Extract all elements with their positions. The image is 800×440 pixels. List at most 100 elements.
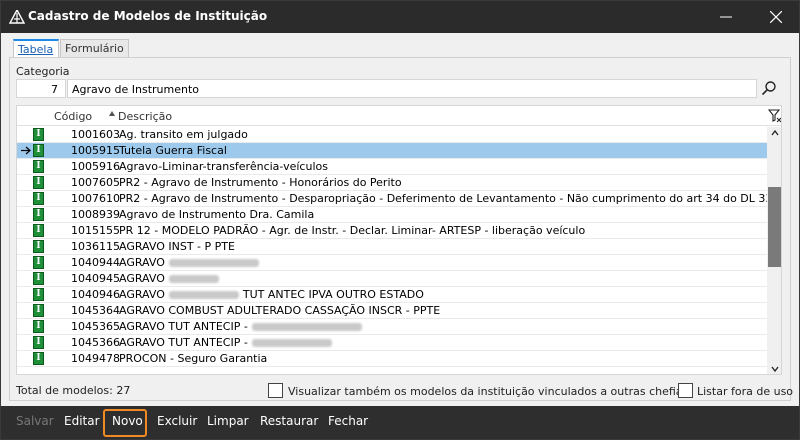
row-code: 1036115 [71,240,120,253]
app-logo-icon [9,10,25,24]
current-row-arrow-icon [20,143,32,158]
row-description: AGRAVO COMBUST ADULTERADO CASSAÇÃO INSCR… [119,304,441,317]
row-description: AGRAVO TUT ANTECIP - [119,320,366,333]
row-description: AGRAVO INST - P PTE [119,240,235,253]
row-description: PR2 - Agravo de Instrumento - Desparopri… [119,192,782,205]
column-header-codigo[interactable]: Código [54,110,92,123]
model-type-icon: I [33,224,44,237]
row-description: Ag. transito em julgado [119,128,248,141]
row-code: 1005916 [71,160,120,173]
save-button[interactable]: Salvar [16,414,54,428]
table-row[interactable]: I 1040945 AGRAVO [17,271,767,287]
model-type-icon: I [33,304,44,317]
sort-asc-icon [109,111,115,116]
scrollbar-thumb[interactable] [768,187,781,267]
row-code: 1015155 [71,224,120,237]
action-toolbar: Salvar Editar Novo Excluir Limpar Restau… [1,406,799,439]
column-header-descricao[interactable]: Descrição [118,110,172,123]
row-code: 1045365 [71,320,120,333]
clear-button[interactable]: Limpar [207,414,249,428]
table-row[interactable]: I 1049478 PROCON - Seguro Garantia [17,351,767,367]
row-code: 1001603 [71,128,120,141]
table-row[interactable]: I 1045366 AGRAVO TUT ANTECIP - [17,335,767,351]
row-description: AGRAVO [119,256,263,269]
row-code: 1040945 [71,272,120,285]
table-row[interactable]: I 1005916 Agravo-Liminar-transferência-veí… [17,159,767,175]
delete-button[interactable]: Excluir [157,414,197,428]
table-row[interactable]: I 1005915 Tutela Guerra Fiscal [17,143,767,159]
categoria-name-field[interactable]: Agravo de Instrumento [67,79,757,98]
table-row[interactable]: I 1001603 Ag. transito em julgado [17,127,767,143]
model-type-icon: I [33,352,44,365]
vertical-scrollbar[interactable] [767,127,781,374]
restore-button[interactable]: Restaurar [260,414,318,428]
row-description: PR2 - Agravo de Instrumento - Honorários… [119,176,402,189]
table-row[interactable]: I 1036115 AGRAVO INST - P PTE [17,239,767,255]
row-description: Agravo de Instrumento Dra. Camila [119,208,315,221]
redacted-text [168,291,239,299]
model-type-icon: I [33,336,44,349]
row-code: 1005915 [71,144,120,157]
row-code: 1040946 [71,288,120,301]
table-row[interactable]: I 1015155 PR 12 - MODELO PADRÃO - Agr. de … [17,223,767,239]
model-type-icon: I [33,256,44,269]
close-icon [770,11,782,23]
tab-tabela[interactable]: Tabela [13,39,59,58]
table-row[interactable]: I 1045364 AGRAVO COMBUST ADULTERADO CASSAÇ… [17,303,767,319]
table-row[interactable]: I 1045365 AGRAVO TUT ANTECIP - [17,319,767,335]
model-type-icon: I [33,192,44,205]
categoria-code-field[interactable]: 7 [16,79,66,98]
close-button[interactable] [756,1,796,33]
models-grid: Código Descrição I 1001603 Ag. transito em… [16,105,782,375]
categoria-label: Categoria [16,65,70,78]
row-code: 1007610 [71,192,120,205]
model-type-icon: I [33,160,44,173]
row-description: AGRAVO [119,272,223,285]
row-code: 1049478 [71,352,120,365]
row-description: PROCON - Seguro Garantia [119,352,268,365]
row-description: AGRAVO TUT ANTEC IPVA OUTRO ESTADO [119,288,424,301]
model-type-icon: I [33,128,44,141]
row-code: 1045366 [71,336,120,349]
search-icon[interactable] [761,80,777,96]
row-code: 1007605 [71,176,120,189]
model-type-icon: I [33,208,44,221]
model-type-icon: I [33,320,44,333]
model-type-icon: I [33,144,44,157]
app-window: Cadastro de Modelos de Instituição Tabel… [0,0,800,440]
redacted-text [168,275,219,283]
title-bar: Cadastro de Modelos de Instituição [1,1,799,33]
model-type-icon: I [33,240,44,253]
minimize-button[interactable] [706,1,746,33]
total-models: Total de modelos: 27 [16,384,131,397]
new-button[interactable]: Novo [112,414,143,428]
redacted-text [251,339,332,347]
tab-formulario[interactable]: Formulário [60,39,129,57]
scroll-down-icon[interactable] [771,365,779,373]
row-description: Tutela Guerra Fiscal [119,144,227,157]
model-type-icon: I [33,288,44,301]
table-row[interactable]: I 1007610 PR2 - Agravo de Instrumento - De… [17,191,781,207]
row-description: Agravo-Liminar-transferência-veículos [119,160,328,173]
minimize-icon [720,16,732,18]
table-row[interactable]: I 1040944 AGRAVO [17,255,767,271]
edit-button[interactable]: Editar [64,414,100,428]
other-chefias-label[interactable]: Visualizar também os modelos da institui… [288,385,688,398]
window-title: Cadastro de Modelos de Instituição [28,9,268,23]
listar-fora-uso-checkbox[interactable] [678,383,693,398]
table-row[interactable]: I 1040946 AGRAVO TUT ANTEC IPVA OUTRO ESTAD… [17,287,767,303]
close-form-button[interactable]: Fechar [328,414,368,428]
table-row[interactable]: I 1007605 PR2 - Agravo de Instrumento - Ho… [17,175,767,191]
grid-header: Código Descrição [17,106,782,126]
filter-clear-icon[interactable] [768,109,782,123]
row-description: PR 12 - MODELO PADRÃO - Agr. de Instr. -… [119,224,586,237]
model-type-icon: I [33,176,44,189]
row-description: AGRAVO TUT ANTECIP - [119,336,336,349]
listar-fora-uso-label[interactable]: Listar fora de uso [697,385,793,398]
redacted-text [251,323,362,331]
scroll-up-icon[interactable] [771,129,779,137]
other-chefias-checkbox[interactable] [268,383,283,398]
table-row[interactable]: I 1008939 Agravo de Instrumento Dra. Camil… [17,207,767,223]
model-type-icon: I [33,272,44,285]
grid-rows: I 1001603 Ag. transito em julgado I 1005915 T… [17,127,781,367]
